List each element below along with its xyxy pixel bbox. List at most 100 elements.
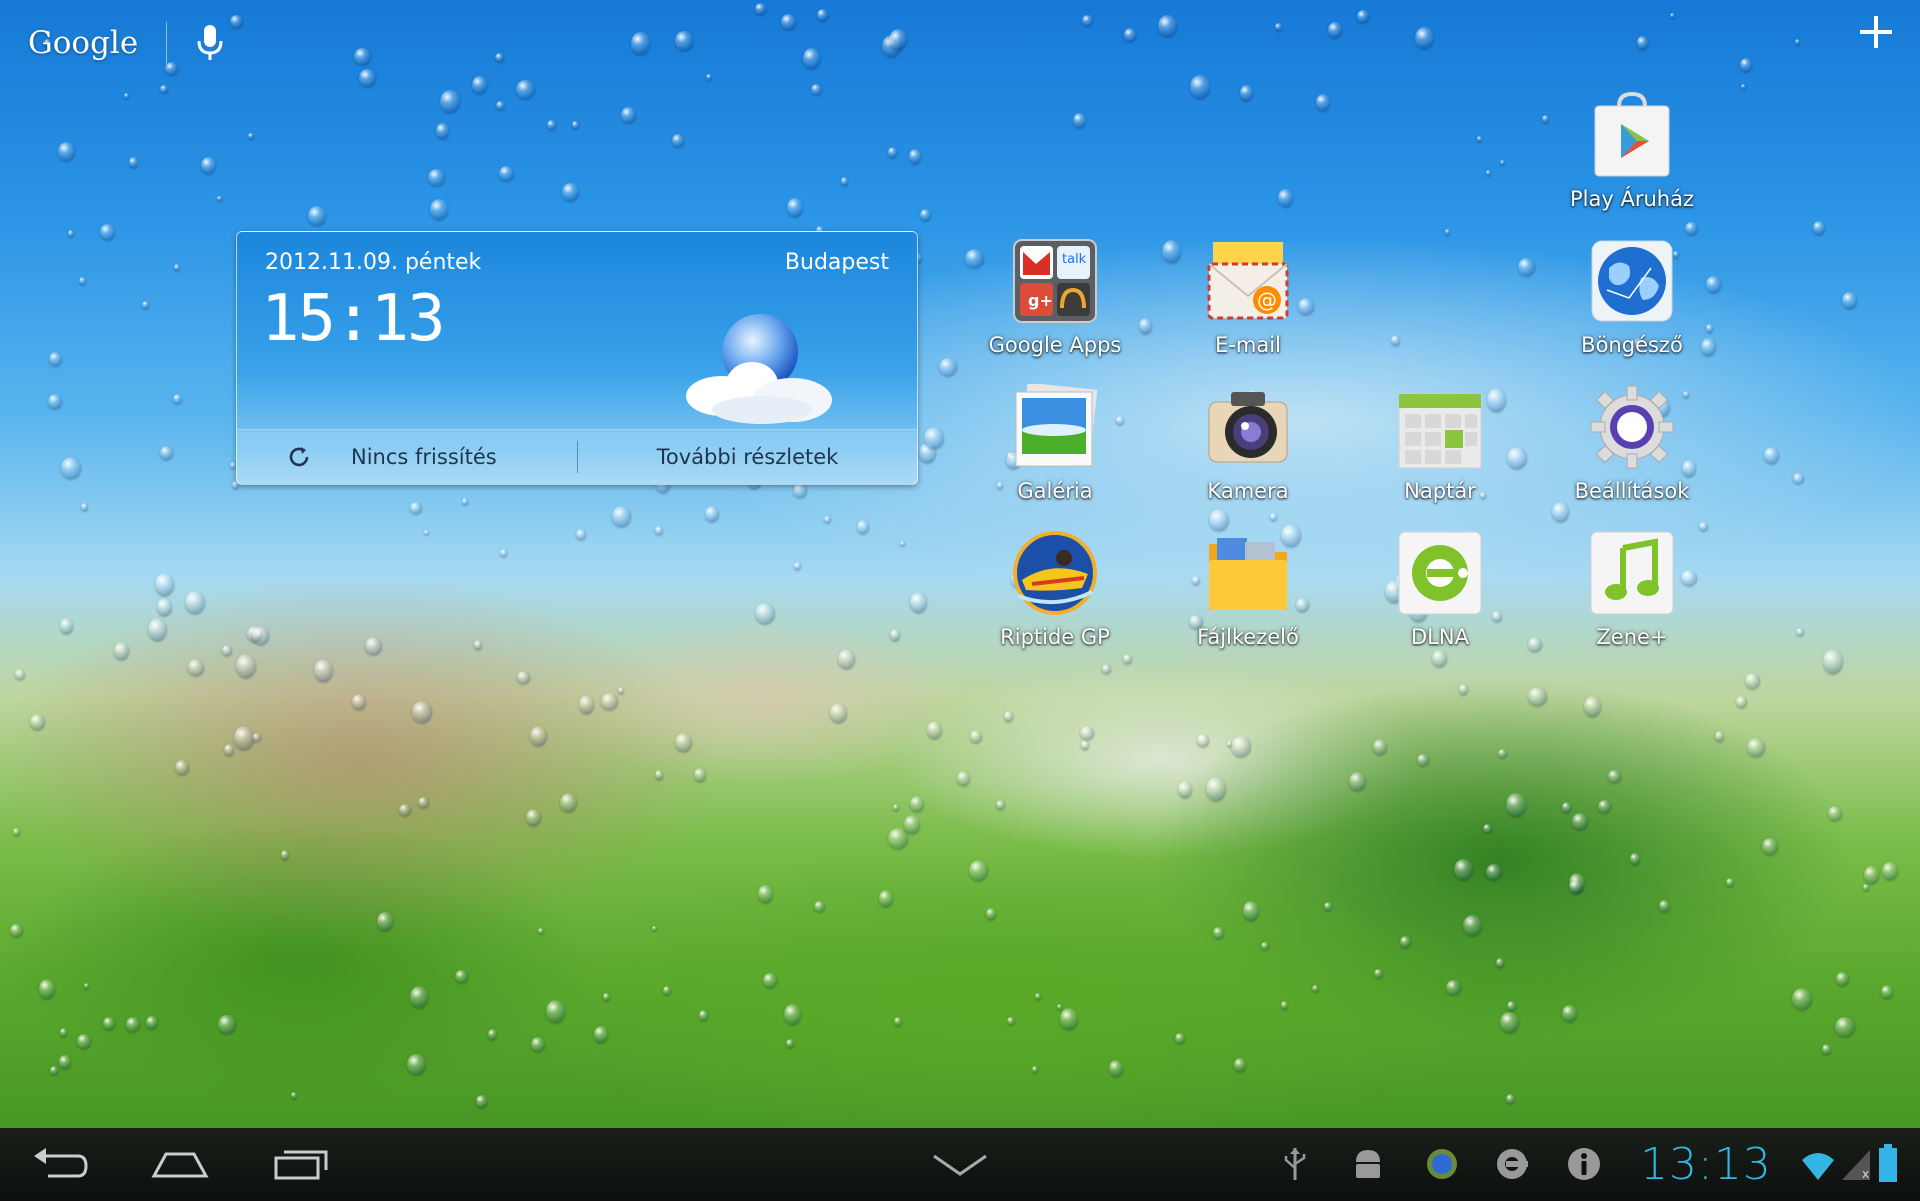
app-music[interactable]: Zene+ [1542, 530, 1722, 670]
raindrop [217, 196, 222, 201]
wifi-icon[interactable] [1800, 1148, 1836, 1186]
raindrop [547, 120, 556, 130]
info-icon[interactable] [1566, 1146, 1602, 1186]
sync-app-icon[interactable] [1424, 1146, 1460, 1186]
raindrop [675, 31, 693, 51]
chevron-down-icon[interactable] [930, 1150, 990, 1184]
google-search-bar[interactable]: Google [28, 18, 225, 68]
raindrop [1400, 936, 1411, 948]
raindrop [1445, 229, 1450, 235]
raindrop [500, 549, 507, 557]
usb-icon[interactable] [1280, 1146, 1310, 1186]
app-label: Play Áruház [1570, 187, 1694, 211]
microphone-icon[interactable] [195, 23, 225, 63]
raindrop [879, 890, 893, 907]
raindrop [576, 529, 586, 540]
app-gallery[interactable]: Galéria [965, 382, 1145, 524]
raindrop [1206, 777, 1226, 801]
more-details-button[interactable]: További részletek [578, 430, 917, 484]
raindrop [1715, 731, 1724, 742]
raindrop [1417, 754, 1429, 766]
raindrop [1835, 1017, 1855, 1037]
raindrop [124, 93, 129, 99]
app-file-manager[interactable]: Fájlkezelő [1158, 530, 1338, 670]
raindrop [910, 592, 927, 613]
raindrop [909, 149, 921, 164]
google-plus-icon: g+ [1028, 291, 1053, 310]
status-clock[interactable]: 13:13 [1640, 1139, 1772, 1190]
raindrop [794, 562, 801, 570]
raindrop [84, 983, 89, 989]
weather-clock-widget[interactable]: 2012.11.09. péntek Budapest 15:13 Nincs … [236, 231, 918, 485]
raindrop [308, 206, 326, 226]
raindrop [612, 506, 631, 527]
back-icon[interactable] [30, 1146, 90, 1186]
raindrop [1764, 447, 1779, 464]
raindrop [1637, 36, 1648, 50]
refresh-icon[interactable] [287, 445, 311, 473]
raindrop [888, 147, 897, 158]
raindrop [474, 640, 482, 650]
raindrop [706, 74, 712, 80]
raindrop [814, 901, 825, 912]
app-browser[interactable]: Böngésző [1542, 238, 1722, 378]
riptide-gp-icon [1012, 530, 1098, 616]
google-logo[interactable]: Google [28, 25, 138, 61]
app-camera[interactable]: Kamera [1158, 384, 1338, 524]
play-store-icon [1589, 91, 1675, 178]
raindrop [1882, 862, 1898, 880]
calendar-icon [1397, 384, 1483, 470]
raindrop [817, 9, 828, 21]
raindrop [1463, 915, 1482, 936]
raindrop [201, 157, 216, 174]
raindrop [996, 800, 1005, 810]
dlna-notification-icon[interactable] [1494, 1146, 1530, 1186]
recent-apps-icon[interactable] [272, 1148, 332, 1186]
app-label: Google Apps [988, 333, 1122, 357]
raindrop [1864, 866, 1879, 884]
raindrop [148, 618, 167, 641]
dlna-icon [1397, 530, 1483, 616]
signal-icon[interactable]: x [1840, 1146, 1872, 1186]
raindrop [1881, 985, 1893, 999]
app-calendar[interactable]: Naptár [1350, 384, 1530, 524]
raindrop [1498, 749, 1507, 758]
battery-icon[interactable] [1878, 1144, 1898, 1188]
raindrop [1357, 10, 1369, 23]
widget-city[interactable]: Budapest [785, 250, 889, 275]
app-email[interactable]: @ E-mail [1158, 238, 1338, 378]
app-label: DLNA [1411, 625, 1469, 649]
raindrop [234, 726, 254, 750]
app-settings[interactable]: Beállítások [1542, 384, 1722, 524]
raindrop [496, 101, 505, 110]
app-riptide-gp[interactable]: Riptide GP [965, 530, 1145, 670]
app-dlna[interactable]: DLNA [1350, 530, 1530, 670]
raindrop [365, 637, 382, 655]
raindrop [1082, 15, 1093, 26]
raindrop [1745, 673, 1760, 689]
raindrop [160, 446, 173, 460]
android-debug-icon[interactable] [1350, 1146, 1386, 1186]
raindrop [939, 358, 957, 376]
plus-icon[interactable] [1856, 12, 1896, 52]
raindrop [1035, 993, 1041, 1000]
raindrop [910, 796, 924, 812]
refresh-button[interactable]: Nincs frissítés [237, 430, 577, 484]
raindrop [1312, 985, 1319, 992]
app-google-apps[interactable]: talk g+ Google Apps [965, 238, 1145, 378]
raindrop [48, 394, 62, 409]
raindrop [30, 714, 45, 730]
raindrop [1373, 739, 1387, 755]
raindrop [530, 726, 547, 746]
raindrop [1506, 793, 1526, 817]
app-label: Naptár [1404, 479, 1476, 503]
raindrop [1278, 189, 1293, 207]
raindrop [428, 169, 445, 186]
raindrop [705, 506, 719, 522]
raindrop [890, 629, 900, 641]
app-play-store[interactable]: Play Áruház [1542, 91, 1722, 232]
home-icon[interactable] [150, 1150, 210, 1184]
raindrop [621, 107, 636, 123]
refresh-status-label: Nincs frissítés [351, 445, 497, 469]
raindrop [126, 1017, 140, 1032]
